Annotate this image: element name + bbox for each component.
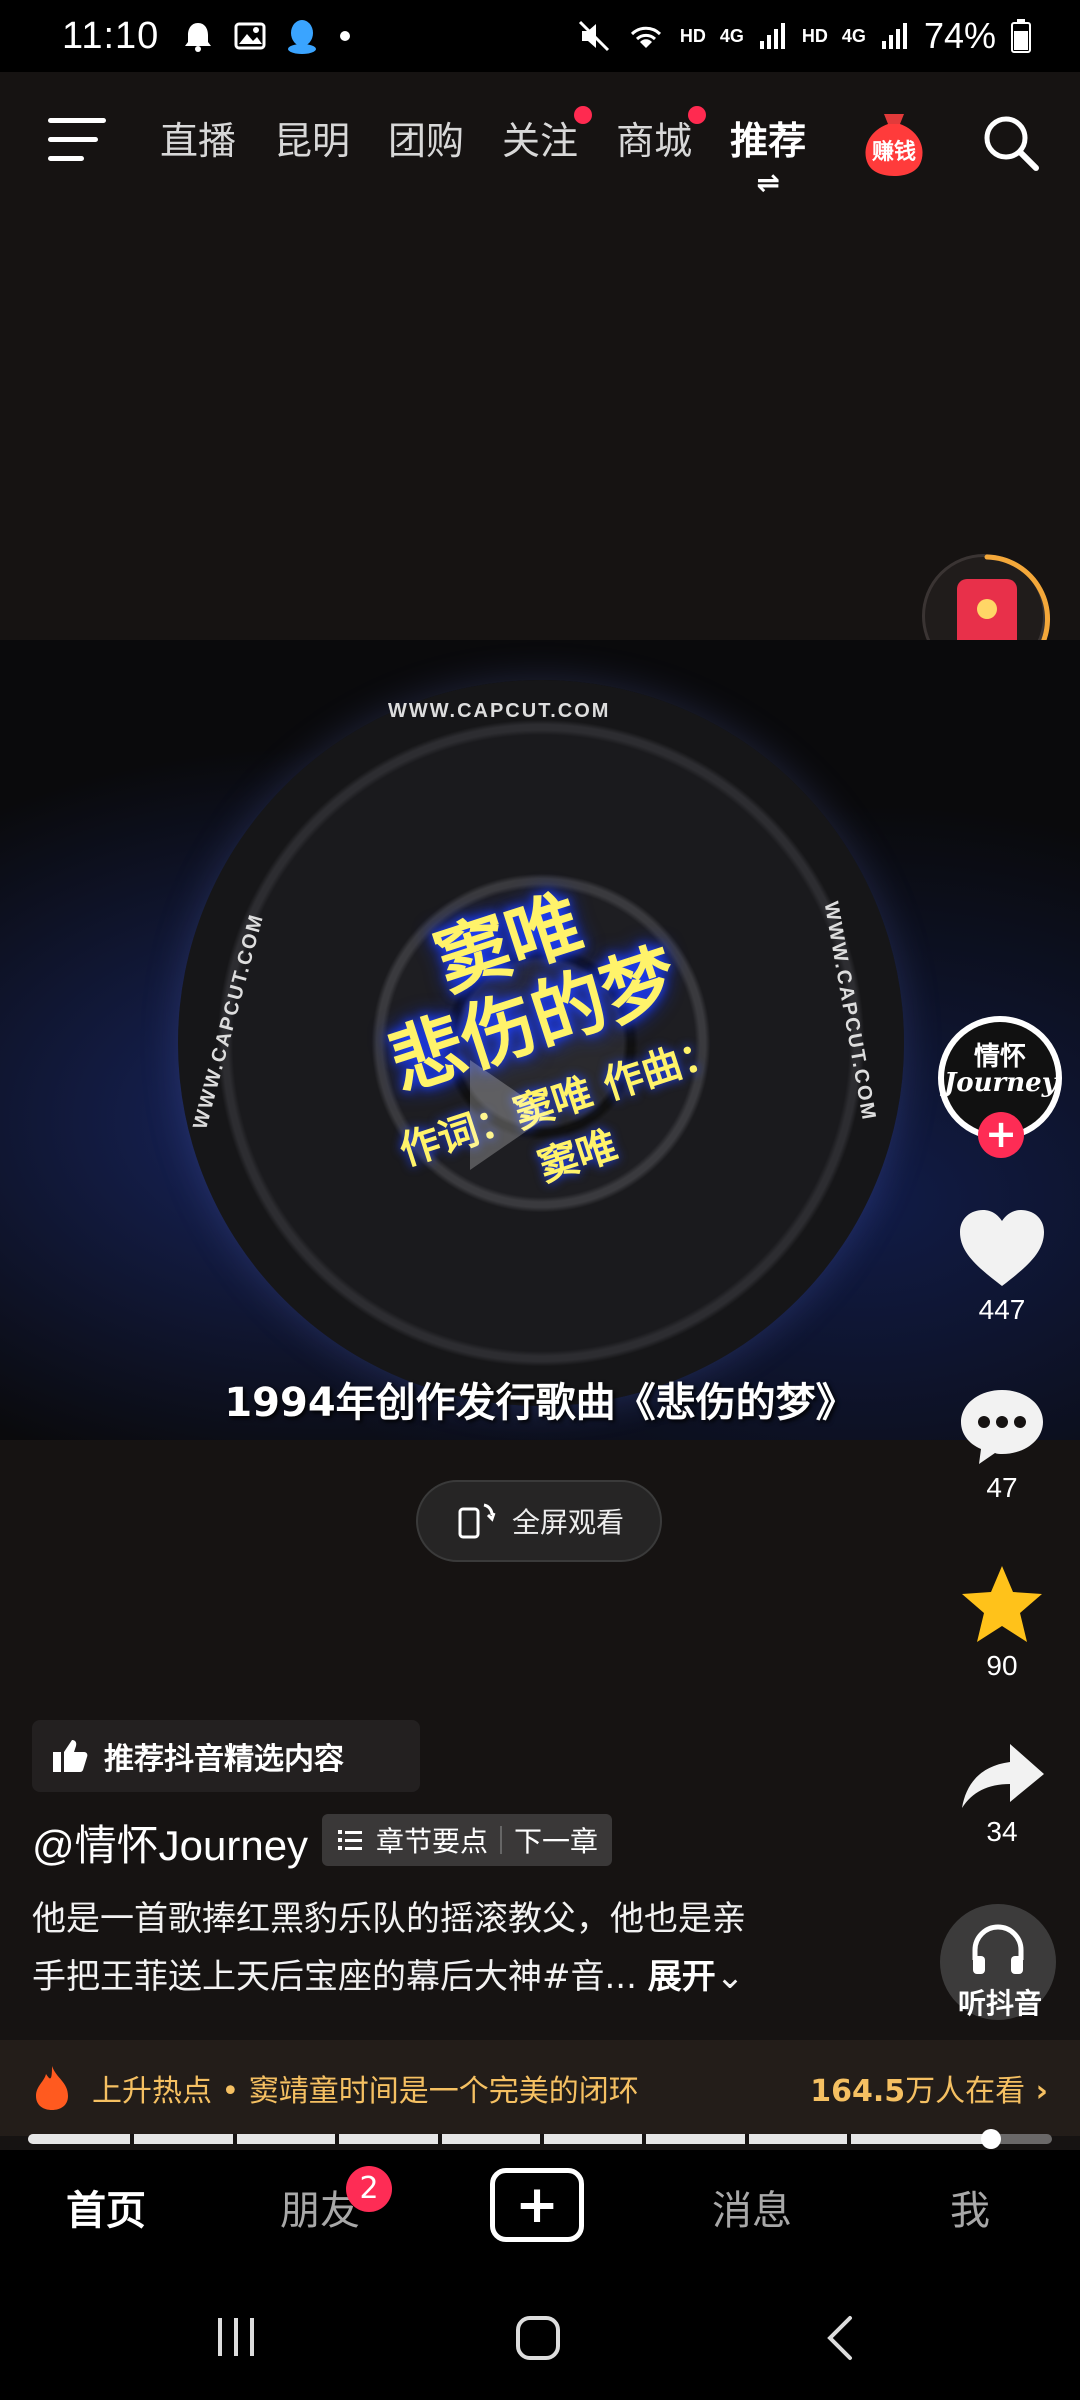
heart-icon <box>960 1210 1044 1286</box>
trending-bar[interactable]: 上升热点 • 窦靖童时间是一个完美的闭环 164.5万人在看 › <box>0 2040 1080 2136</box>
video-player[interactable]: WWW.CAPCUT.COM WWW.CAPCUT.COM WWW.CAPCUT… <box>0 640 1080 1440</box>
back-icon[interactable] <box>822 2314 856 2362</box>
headphones-icon <box>972 1924 1024 1974</box>
viewer-unit: 万人在看 <box>905 2074 1026 2109</box>
chevron-right-icon: › <box>1035 2074 1048 2109</box>
listen-label: 听抖音 <box>957 1987 1042 2020</box>
network-label: 4G <box>841 25 866 46</box>
chapter-bar[interactable]: 章节要点 下一章 <box>322 1814 613 1866</box>
status-bar: 11:10 HD 4G HD 4G 74% <box>0 0 1080 72</box>
like-button[interactable]: 447 <box>940 1206 1064 1326</box>
avatar-text: 情怀 <box>973 1042 1026 1072</box>
tab-group-buy[interactable]: 团购 <box>388 110 464 165</box>
chevron-down-icon: ⌄ <box>715 1957 745 1997</box>
comment-button[interactable]: 47 <box>940 1384 1064 1504</box>
rim-text: WWW.CAPCUT.COM <box>189 911 269 1132</box>
plus-icon: + <box>515 2175 559 2235</box>
fire-icon <box>36 2066 68 2110</box>
fullscreen-button[interactable]: 全屏观看 <box>416 1480 662 1562</box>
favorite-button[interactable]: 90 <box>940 1562 1064 1682</box>
network-label: 4G <box>719 25 744 46</box>
tab-following[interactable]: 关注 <box>502 106 593 165</box>
play-icon <box>470 1060 550 1170</box>
tab-live[interactable]: 直播 <box>160 110 236 165</box>
network-label: HD <box>679 25 706 46</box>
rim-text: WWW.CAPCUT.COM <box>388 700 611 722</box>
nav-home[interactable]: 首页 <box>66 2178 146 2236</box>
alarm-icon <box>185 23 212 52</box>
home-icon[interactable] <box>514 2314 562 2362</box>
search-icon[interactable] <box>980 112 1042 174</box>
network-label: HD <box>801 25 828 46</box>
share-button[interactable]: 34 <box>940 1740 1064 1848</box>
video-progress-bar[interactable] <box>28 2129 1052 2149</box>
favorite-count: 90 <box>986 1650 1018 1681</box>
expand-button[interactable]: 展开 <box>648 1957 716 1997</box>
recent-apps-icon[interactable] <box>214 2316 260 2358</box>
star-icon <box>962 1566 1042 1642</box>
author-handle[interactable]: @情怀Journey <box>32 1812 308 1873</box>
trending-text: 上升热点 • 窦靖童时间是一个完美的闭环 <box>92 2074 639 2109</box>
nav-messages[interactable]: 消息 <box>712 2178 792 2236</box>
system-nav-bar <box>0 2270 1080 2400</box>
thumbs-up-icon <box>53 1740 88 1772</box>
feed-tabs: 直播 昆明 团购 关注 商城 推荐 ⇌ <box>160 106 806 199</box>
like-count: 447 <box>978 1294 1026 1325</box>
tab-recommend[interactable]: 推荐 ⇌ <box>730 110 806 199</box>
avatar-text: Journey <box>944 1068 1057 1098</box>
battery-percent: 74% <box>923 15 996 56</box>
create-button[interactable]: + <box>490 2168 584 2242</box>
mute-icon <box>578 20 609 52</box>
share-icon <box>962 1744 1044 1808</box>
earn-label: 赚钱 <box>871 140 916 165</box>
notification-dot <box>574 106 593 124</box>
comment-count: 47 <box>986 1472 1018 1503</box>
vinyl-record: WWW.CAPCUT.COM WWW.CAPCUT.COM WWW.CAPCUT… <box>178 680 904 1406</box>
viewer-count: 164.5 <box>810 2074 906 2109</box>
chapter-outline-button[interactable]: 章节要点 <box>376 1820 488 1860</box>
friends-badge: 2 <box>346 2166 392 2212</box>
nav-me[interactable]: 我 <box>950 2178 990 2236</box>
list-icon <box>338 1830 362 1850</box>
comment-icon <box>961 1390 1043 1464</box>
dot-icon <box>340 31 351 41</box>
rim-text: WWW.CAPCUT.COM <box>819 899 880 1123</box>
top-nav: 直播 昆明 团购 关注 商城 推荐 ⇌ 赚钱 <box>0 72 1080 212</box>
progress-handle[interactable] <box>980 2129 1001 2149</box>
follow-button[interactable]: + <box>978 1112 1024 1158</box>
recommend-tag-label: 推荐抖音精选内容 <box>104 1742 344 1777</box>
rotate-screen-icon <box>458 1503 496 1539</box>
notification-dot <box>688 106 707 124</box>
tab-local[interactable]: 昆明 <box>274 110 350 165</box>
bottom-nav: 首页 朋友 2 + 消息 我 <box>0 2150 1080 2270</box>
share-count: 34 <box>986 1816 1018 1847</box>
video-description: 他是一首歌捧红黑豹乐队的摇滚教父，他也是亲 手把王菲送上天后宝座的幕后大神#音.… <box>32 1890 892 2006</box>
earn-money-button[interactable]: 赚钱 <box>856 104 932 180</box>
progress-fill <box>28 2134 991 2144</box>
menu-icon[interactable] <box>48 118 106 162</box>
video-caption: 1994年创作发行歌曲《悲伤的梦》 <box>224 1380 856 1426</box>
qq-icon <box>288 20 317 54</box>
status-time: 11:10 <box>62 14 160 57</box>
wifi-icon <box>630 26 661 48</box>
battery-icon <box>1011 19 1031 53</box>
next-chapter-button[interactable]: 下一章 <box>514 1820 598 1860</box>
tab-mall[interactable]: 商城 <box>616 106 707 165</box>
switch-arrows-icon: ⇌ <box>756 166 780 199</box>
signal-icon <box>881 23 907 49</box>
description-line: 他是一首歌捧红黑豹乐队的摇滚教父，他也是亲 <box>32 1899 746 1939</box>
description-line: 手把王菲送上天后宝座的幕后大神#音... <box>32 1957 637 1997</box>
signal-icon <box>759 23 785 49</box>
recommend-tag[interactable]: 推荐抖音精选内容 <box>32 1720 420 1792</box>
fullscreen-label: 全屏观看 <box>511 1506 624 1539</box>
gallery-icon <box>234 22 266 50</box>
